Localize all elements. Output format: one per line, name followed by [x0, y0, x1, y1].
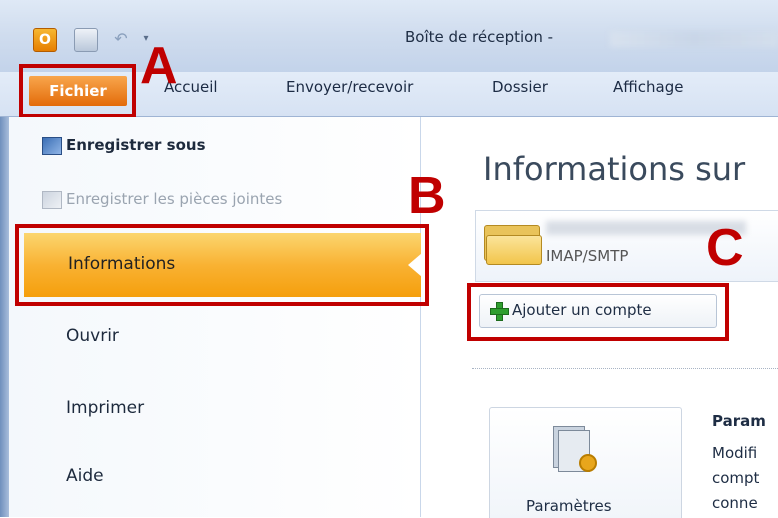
- folder-icon: [484, 221, 542, 265]
- marker-c: C: [706, 219, 744, 277]
- tab-dossier[interactable]: Dossier: [492, 78, 548, 96]
- tab-affichage[interactable]: Affichage: [613, 78, 683, 96]
- outlook-icon[interactable]: O: [33, 28, 57, 52]
- menu-help[interactable]: Aide: [66, 466, 104, 486]
- menu-save-as-label: Enregistrer sous: [66, 136, 206, 154]
- redacted-email: [610, 31, 778, 47]
- window-title: Boîte de réception -: [405, 28, 554, 46]
- page-title: Informations sur: [483, 150, 746, 188]
- save-as-icon: [42, 137, 62, 155]
- settings-desc-1: Modifi: [712, 444, 758, 462]
- menu-info-label: Informations: [68, 254, 176, 274]
- menu-save-attachments-label: Enregistrer les pièces jointes: [66, 190, 283, 208]
- add-account-highlight: Ajouter un compte: [467, 283, 729, 341]
- selection-pointer: [408, 253, 422, 277]
- tab-envoyer-recevoir[interactable]: Envoyer/recevoir: [286, 78, 413, 96]
- settings-icon: [553, 426, 597, 472]
- menu-print[interactable]: Imprimer: [66, 398, 144, 418]
- divider: [472, 368, 778, 369]
- settings-desc-2: compt: [712, 469, 760, 487]
- settings-heading: Param: [712, 412, 766, 430]
- menu-save-as[interactable]: Enregistrer sous: [42, 136, 206, 155]
- attachment-icon: [42, 191, 62, 209]
- save-icon[interactable]: [74, 28, 98, 52]
- plus-icon: [490, 302, 509, 321]
- marker-a: A: [140, 37, 178, 95]
- account-type: IMAP/SMTP: [546, 247, 629, 265]
- menu-info[interactable]: Informations: [24, 233, 422, 297]
- title-bar: O ↶ ▾ Boîte de réception -: [0, 0, 778, 72]
- menu-save-attachments[interactable]: Enregistrer les pièces jointes: [42, 190, 283, 209]
- settings-desc-3: conne: [712, 494, 758, 512]
- settings-label: Paramètres: [526, 497, 612, 515]
- account-settings-button[interactable]: Paramètres: [489, 407, 682, 518]
- left-panel-edge: [0, 117, 9, 517]
- menu-open[interactable]: Ouvrir: [66, 326, 119, 346]
- add-account-label: Ajouter un compte: [512, 301, 652, 319]
- add-account-button[interactable]: Ajouter un compte: [479, 294, 717, 328]
- file-tab-highlight: Fichier: [19, 64, 136, 118]
- undo-icon[interactable]: ↶: [110, 28, 132, 50]
- tab-fichier[interactable]: Fichier: [29, 76, 127, 106]
- marker-b: B: [408, 167, 446, 225]
- file-menu-panel: [0, 117, 421, 517]
- info-highlight: Informations: [15, 224, 429, 306]
